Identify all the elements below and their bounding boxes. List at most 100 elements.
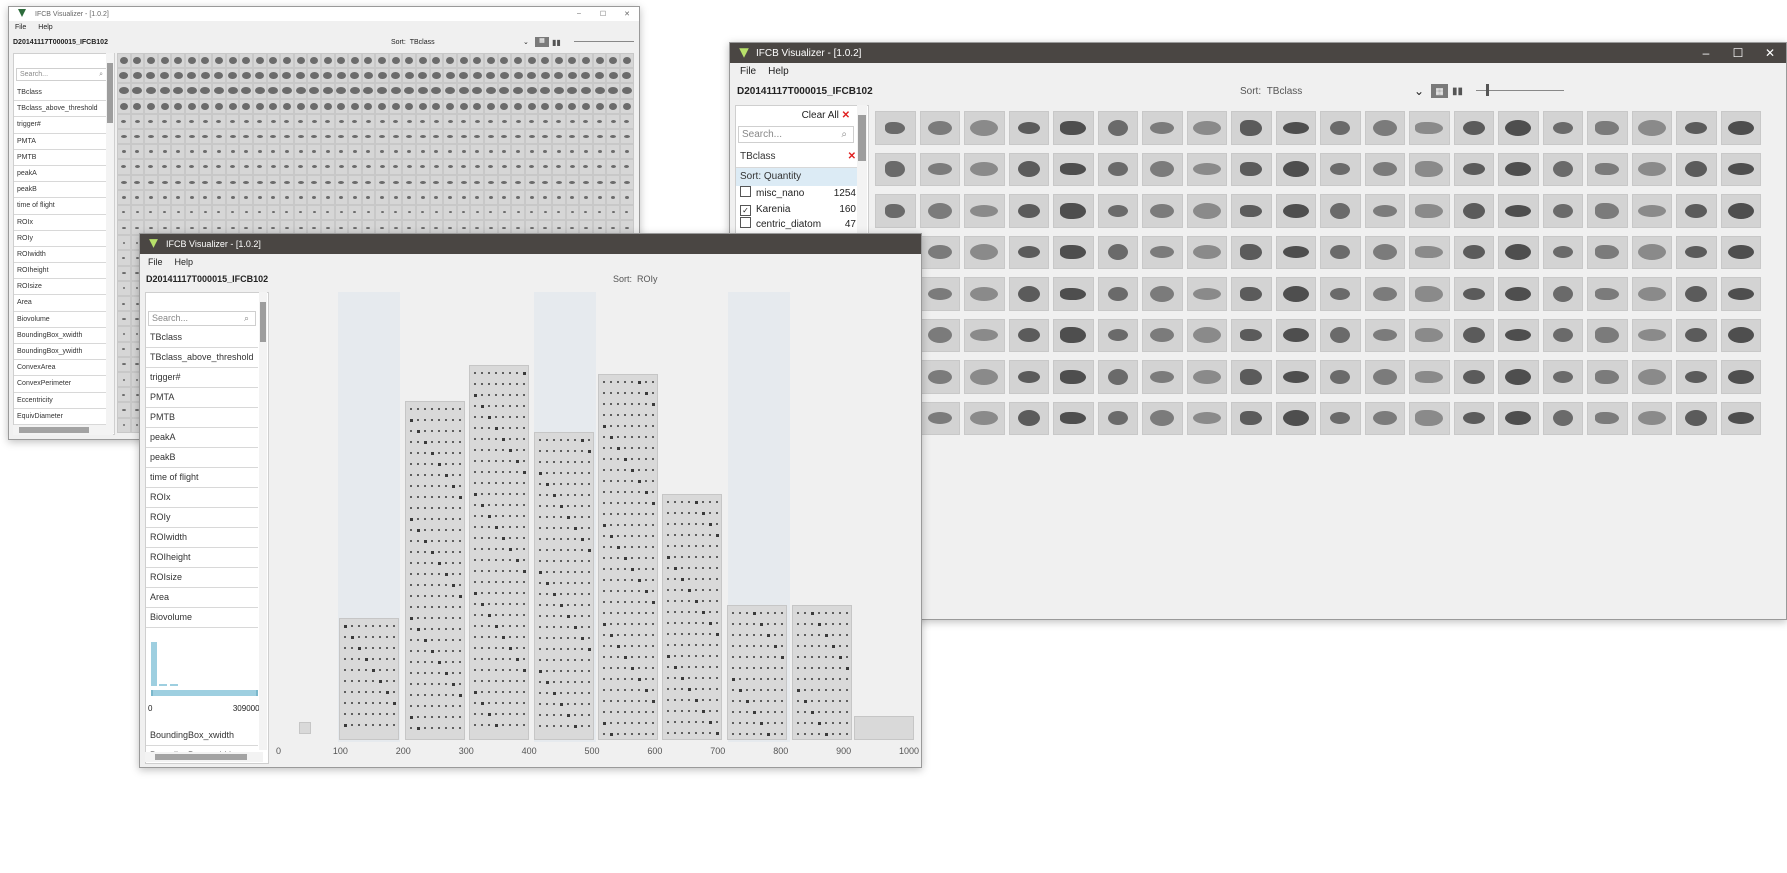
karenia-thumbnail[interactable] [1720,318,1761,352]
karenia-thumbnail[interactable] [1453,318,1494,352]
thumbnail[interactable] [307,189,321,205]
thumbnail[interactable] [130,113,145,129]
karenia-thumbnail[interactable] [1186,401,1227,435]
title-bar[interactable]: IFCB Visualizer - [1.0.2] – ☐ ✕ [9,7,639,21]
thumbnail[interactable] [334,68,349,84]
thumbnail[interactable] [524,128,539,145]
karenia-thumbnail[interactable] [1364,401,1405,435]
karenia-thumbnail[interactable] [1498,111,1539,145]
thumbnail[interactable] [456,189,471,205]
thumbnail[interactable] [375,98,389,114]
thumbnail[interactable] [212,83,226,99]
thumbnail[interactable] [375,144,389,160]
thumbnail[interactable] [497,68,512,84]
thumbnail[interactable] [117,356,131,372]
thumbnail[interactable] [388,113,403,129]
thumbnail[interactable] [402,113,417,129]
histogram-stack[interactable] [792,604,852,740]
karenia-thumbnail[interactable] [1631,111,1672,145]
thumbnail[interactable] [320,189,335,205]
thumbnail[interactable] [565,204,580,221]
thumbnail[interactable] [552,174,566,190]
thumbnail[interactable] [552,204,566,221]
karenia-thumbnail[interactable] [1364,235,1405,269]
karenia-thumbnail[interactable] [875,194,916,228]
thumbnail[interactable] [117,235,131,251]
thumbnail[interactable] [429,204,444,221]
thumbnail[interactable] [117,53,131,69]
karenia-thumbnail[interactable] [1008,194,1049,228]
karenia-thumbnail[interactable] [1542,277,1583,311]
thumbnail[interactable] [375,113,389,129]
thumbnail[interactable] [252,189,267,205]
feature-item[interactable]: ROIwidth [146,528,258,548]
search-input[interactable]: Search... ⌕ [738,126,854,143]
thumbnail[interactable] [565,144,580,160]
karenia-thumbnail[interactable] [1542,111,1583,145]
karenia-thumbnail[interactable] [1453,235,1494,269]
karenia-thumbnail[interactable] [1275,111,1316,145]
thumbnail[interactable] [280,113,294,129]
thumbnail[interactable] [538,128,552,145]
thumbnail[interactable] [538,98,552,114]
thumbnail[interactable] [511,189,525,205]
thumbnail[interactable] [130,204,145,221]
thumbnail[interactable] [388,98,403,114]
karenia-thumbnail[interactable] [1587,277,1628,311]
thumbnail[interactable] [443,204,457,221]
thumbnail[interactable] [619,68,634,84]
thumbnail[interactable] [402,159,417,175]
karenia-thumbnail[interactable] [1409,401,1450,435]
thumbnail[interactable] [511,128,525,145]
feature-tbclass-expanded[interactable]: TBclass ✕ [736,147,858,168]
karenia-thumbnail[interactable] [1097,194,1138,228]
karenia-thumbnail[interactable] [1097,111,1138,145]
feature-item[interactable]: Eccentricity [14,393,114,409]
thumbnail[interactable] [470,174,485,190]
thumbnail[interactable] [225,159,240,175]
thumbnail[interactable] [524,113,539,129]
thumbnail[interactable] [456,128,471,145]
karenia-thumbnail[interactable] [1053,111,1094,145]
thumbnail[interactable] [416,68,430,84]
karenia-thumbnail[interactable] [1498,360,1539,394]
thumbnail[interactable] [320,83,335,99]
thumbnail[interactable] [334,83,349,99]
karenia-thumbnail[interactable] [1231,401,1272,435]
thumbnail[interactable] [416,53,430,69]
karenia-thumbnail[interactable] [1142,401,1183,435]
checkbox[interactable] [740,186,751,197]
zoom-slider[interactable] [1476,84,1564,96]
karenia-thumbnail[interactable] [1498,194,1539,228]
thumbnail[interactable] [402,68,417,84]
thumbnail[interactable] [470,189,485,205]
thumbnail[interactable] [619,128,634,145]
thumbnail[interactable] [130,83,145,99]
thumbnail[interactable] [266,53,281,69]
thumbnail[interactable] [144,113,158,129]
karenia-thumbnail[interactable] [1720,277,1761,311]
thumbnail[interactable] [212,68,226,84]
karenia-thumbnail[interactable] [1498,318,1539,352]
karenia-thumbnail[interactable] [1008,318,1049,352]
thumbnail[interactable] [470,128,485,145]
sort-select[interactable]: ROIy [637,274,658,284]
karenia-thumbnail[interactable] [1186,152,1227,186]
thumbnail[interactable] [171,53,185,69]
thumbnail[interactable] [606,159,620,175]
thumbnail[interactable] [402,174,417,190]
karenia-thumbnail[interactable] [1631,401,1672,435]
karenia-thumbnail[interactable] [1498,277,1539,311]
karenia-thumbnail[interactable] [1142,235,1183,269]
thumbnail[interactable] [606,68,620,84]
thumbnail[interactable] [606,144,620,160]
thumbnail[interactable] [212,159,226,175]
thumbnail[interactable] [511,204,525,221]
thumbnail[interactable] [538,68,552,84]
thumbnail[interactable] [443,159,457,175]
feature-item[interactable]: TBclass [146,328,258,348]
thumbnail[interactable] [144,189,158,205]
feature-item[interactable]: PMTA [14,134,114,150]
thumbnail[interactable] [239,189,253,205]
thumbnail[interactable] [307,113,321,129]
